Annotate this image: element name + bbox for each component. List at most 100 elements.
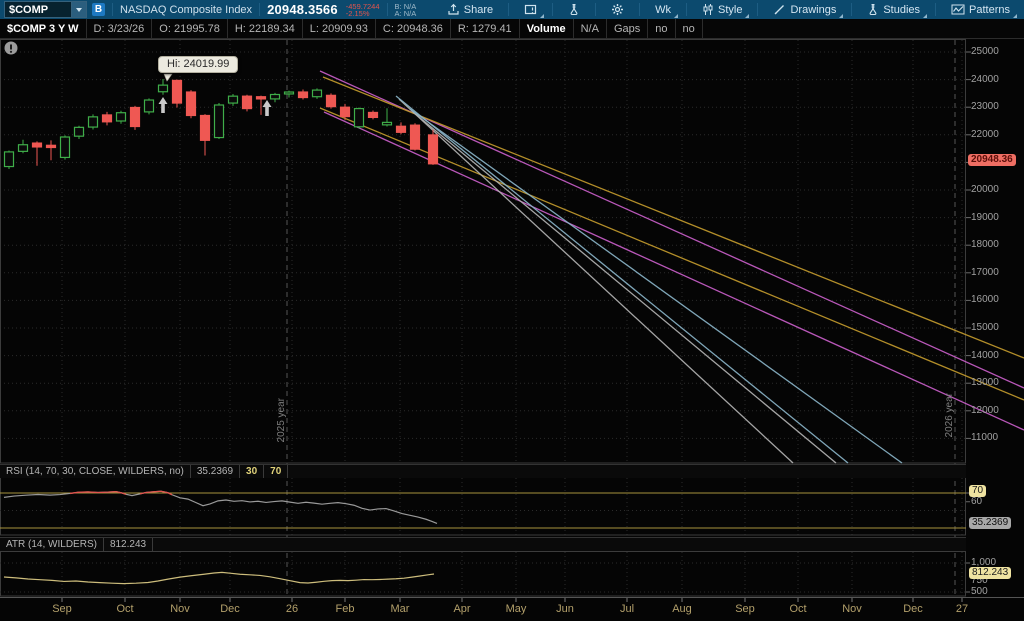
price-tick-label: 20000 xyxy=(971,184,999,195)
info-icon xyxy=(10,51,12,53)
price-tick-label: 24000 xyxy=(971,74,999,85)
time-tick-label: May xyxy=(499,603,533,615)
price-change: -459.7244 -2.15% xyxy=(346,3,380,17)
patterns-button[interactable]: Patterns xyxy=(943,0,1018,19)
time-tick-label: Mar xyxy=(383,603,417,615)
symbol-box xyxy=(4,1,87,18)
flask-icon xyxy=(867,3,879,16)
bar-range: R: 1279.41 xyxy=(451,19,520,38)
settings-button[interactable] xyxy=(603,0,632,19)
candle-up xyxy=(61,137,70,157)
rsi-level-high[interactable]: 70 xyxy=(264,465,288,478)
atr-value-badge: 812.243 xyxy=(969,567,1011,579)
atr-title[interactable]: ATR (14, WILDERS) xyxy=(0,538,104,551)
gaps-label: Gaps xyxy=(607,19,648,38)
trading-platform-window: B NASDAQ Composite Index 20948.3566 -459… xyxy=(0,0,1024,621)
flask-icon xyxy=(568,3,580,16)
bar-close: C: 20948.36 xyxy=(376,19,451,38)
gear-icon xyxy=(611,3,624,16)
time-tick-label: 27 xyxy=(945,603,979,615)
corner-arrow xyxy=(540,14,544,18)
style-label: Style xyxy=(718,4,742,16)
timeframe-button[interactable]: Wk xyxy=(647,0,679,19)
patterns-label: Patterns xyxy=(969,4,1010,16)
toolbar-actions: Share xyxy=(439,0,1024,19)
rsi-level-low[interactable]: 30 xyxy=(240,465,264,478)
time-tick-label: Sep xyxy=(728,603,762,615)
rsi-header: RSI (14, 70, 30, CLOSE, WILDERS, no) 35.… xyxy=(0,464,966,478)
rsi-title[interactable]: RSI (14, 70, 30, CLOSE, WILDERS, no) xyxy=(0,465,191,478)
quick-study-button[interactable] xyxy=(560,0,588,19)
atr-value: 812.243 xyxy=(104,538,153,551)
candle-down xyxy=(257,97,266,99)
symbol-dropdown-button[interactable] xyxy=(71,2,86,17)
high-annotation-tooltip: Hi: 24019.99 xyxy=(158,56,238,73)
time-tick-label: Sep xyxy=(45,603,79,615)
candle-up xyxy=(313,90,322,97)
symbol-input[interactable] xyxy=(5,3,71,16)
candle-up xyxy=(117,113,126,121)
price-tick-label: 23000 xyxy=(971,101,999,112)
year-marker-2026: 2026 year xyxy=(944,393,955,437)
time-tick-label: Apr xyxy=(445,603,479,615)
candle-down xyxy=(369,112,378,117)
price-tick-label: 11000 xyxy=(971,432,998,443)
time-tick-label: Jul xyxy=(610,603,644,615)
price-tick-label: 13000 xyxy=(971,377,999,388)
candle-up xyxy=(229,96,238,103)
time-tick-label: Feb xyxy=(328,603,362,615)
studies-button[interactable]: Studies xyxy=(859,0,928,19)
news-flag-icon xyxy=(524,3,537,16)
price-tick-label: 19000 xyxy=(971,212,999,223)
candle-down xyxy=(397,126,406,132)
chevron-down-icon xyxy=(76,8,82,12)
divider xyxy=(387,3,388,16)
time-tick-label: Dec xyxy=(213,603,247,615)
panel-border xyxy=(1,478,966,536)
price-tick-label: 16000 xyxy=(971,294,999,305)
share-button[interactable]: Share xyxy=(439,0,501,19)
atr-line xyxy=(4,572,434,583)
candle-up xyxy=(5,152,14,167)
candle-up xyxy=(355,109,364,127)
candle-down xyxy=(429,135,438,164)
bats-quote-icon[interactable]: B xyxy=(92,3,105,16)
bar-high: H: 22189.34 xyxy=(228,19,303,38)
symbol-period: $COMP 3 Y W xyxy=(0,19,87,38)
candle-down xyxy=(131,107,140,126)
candle-up xyxy=(89,117,98,127)
bar-date: D: 3/23/26 xyxy=(87,19,153,38)
tooltip-tail xyxy=(164,74,172,81)
buy-signal-arrow-icon xyxy=(159,97,168,113)
divider xyxy=(112,3,113,16)
candle-down xyxy=(411,125,420,149)
time-tick-label: Jun xyxy=(548,603,582,615)
fan-grey-1 xyxy=(399,99,793,463)
candle-down xyxy=(33,143,42,147)
change-percent: -2.15% xyxy=(346,10,380,17)
chart-style-icon xyxy=(702,3,714,16)
rsi-line xyxy=(4,491,437,523)
fan-blue-1 xyxy=(396,96,848,463)
studies-label: Studies xyxy=(883,4,920,16)
pencil-icon xyxy=(773,3,786,16)
atr-header: ATR (14, WILDERS) 812.243 xyxy=(0,537,966,551)
drawings-button[interactable]: Drawings xyxy=(765,0,844,19)
time-tick-label: Dec xyxy=(896,603,930,615)
candle-down xyxy=(201,115,210,140)
time-tick-label: Nov xyxy=(163,603,197,615)
alerts-button[interactable] xyxy=(516,0,545,19)
candle-down xyxy=(187,92,196,115)
corner-arrow xyxy=(745,14,749,18)
chart-canvas[interactable] xyxy=(0,0,1024,621)
price-tick-label: 17000 xyxy=(971,267,999,278)
corner-arrow xyxy=(674,14,678,18)
volume-label: Volume xyxy=(520,19,574,38)
share-label: Share xyxy=(464,4,493,16)
timeframe-label: Wk xyxy=(655,4,671,16)
time-tick-label: Oct xyxy=(781,603,815,615)
time-tick-label: Nov xyxy=(835,603,869,615)
chart-info-row: $COMP 3 Y W D: 3/23/26 O: 21995.78 H: 22… xyxy=(0,19,1024,39)
style-button[interactable]: Style xyxy=(694,0,750,19)
candle-up xyxy=(145,100,154,112)
